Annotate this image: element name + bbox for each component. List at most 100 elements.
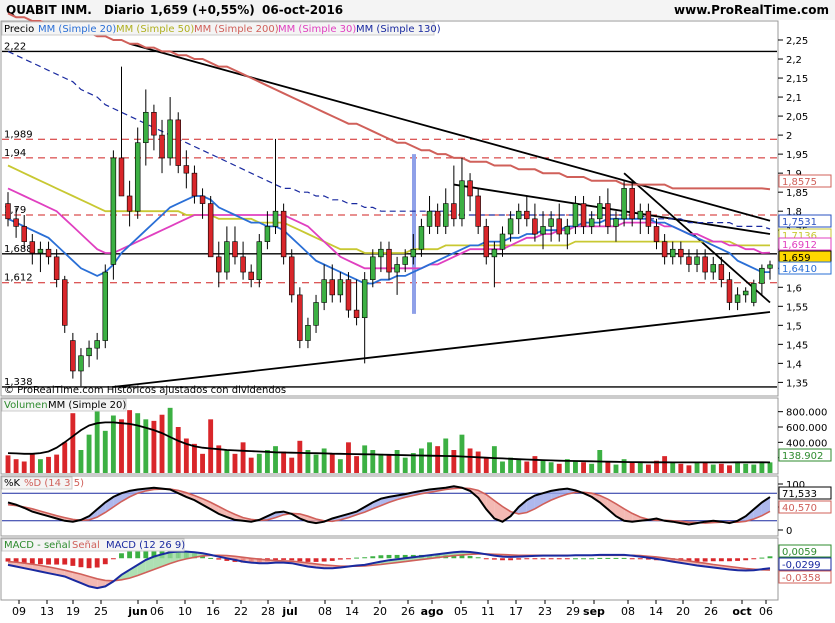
candle-body: [751, 283, 756, 302]
volume-bar: [451, 450, 456, 473]
macd-hist-bar: [597, 558, 602, 559]
volume-bar: [314, 455, 319, 473]
volume-bar: [614, 465, 619, 473]
candle-body: [151, 112, 156, 135]
candle-body: [30, 242, 35, 253]
candle-body: [395, 264, 400, 272]
legend-stoch-d[interactable]: %D (14 3 5): [24, 478, 84, 489]
macd-hist-bar: [119, 553, 124, 558]
candle-body: [111, 158, 116, 265]
macd-hist-bar: [500, 558, 505, 560]
x-tick: jun: [127, 605, 147, 618]
candle-body: [500, 234, 505, 249]
legend-volume-ma[interactable]: MM (Simple 20): [48, 400, 126, 411]
candle-body: [38, 249, 43, 253]
volume-bar: [573, 462, 578, 474]
legend-macd-hist[interactable]: MACD - señal: [4, 540, 71, 551]
candle-body: [306, 325, 311, 340]
macd-hist-bar: [557, 558, 562, 559]
volume-bar: [46, 457, 51, 473]
macd-hist-bar: [638, 558, 643, 559]
price-y-tick: 2,05: [786, 112, 808, 123]
volume-bar: [338, 459, 343, 473]
legend-precio: Precio: [4, 24, 34, 35]
volume-bar: [127, 410, 132, 473]
candle-body: [735, 295, 740, 303]
macd-hist-bar: [362, 557, 367, 558]
legend-sma20[interactable]: MM (Simple 20): [38, 24, 116, 35]
volume-bar: [662, 456, 667, 473]
volume-bar: [233, 454, 238, 473]
candle-body: [200, 196, 205, 204]
macd-hist-bar: [630, 558, 635, 559]
x-tick: 23: [538, 605, 552, 618]
macd-hist-bar: [695, 558, 700, 561]
candle-body: [224, 242, 229, 272]
x-tick: 22: [234, 605, 248, 618]
x-tick: ago: [421, 605, 444, 618]
candle-body: [524, 211, 529, 219]
volume-bar: [354, 456, 359, 473]
macd-badge-signal: -0,0358: [782, 573, 821, 584]
legend-stoch-k[interactable]: %K: [4, 478, 21, 489]
macd-hist-bar: [330, 558, 335, 561]
candle-body: [589, 219, 594, 227]
legend-volume[interactable]: Volumen: [4, 400, 48, 411]
macd-hist-bar: [759, 558, 764, 559]
x-tick: 06: [759, 605, 773, 618]
volume-legend: Volumen MM (Simple 20): [2, 399, 126, 411]
x-tick: 08: [621, 605, 635, 618]
x-tick: 29: [566, 605, 580, 618]
candle-body: [241, 257, 246, 272]
chart-root: QUABIT INM. Diario 1,659 (+0,55%) 06-oct…: [0, 0, 835, 620]
price-y-tick: 1,6: [786, 283, 802, 294]
header-date: 06-oct-2016: [262, 3, 343, 17]
volume-bar: [192, 444, 197, 473]
chart-canvas[interactable]: QUABIT INM. Diario 1,659 (+0,55%) 06-oct…: [0, 0, 835, 620]
candle-body: [95, 341, 100, 349]
candle-body: [468, 181, 473, 196]
macd-hist-bar: [306, 558, 311, 562]
macd-hist-bar: [338, 558, 343, 559]
legend-sma130[interactable]: MM (Simple 130): [356, 24, 441, 35]
candle-body: [62, 280, 67, 326]
volume-bar: [735, 462, 740, 473]
legend-sma50[interactable]: MM (Simple 50): [116, 24, 194, 35]
volume-bar: [265, 450, 270, 473]
macd-hist-bar: [751, 558, 756, 559]
macd-hist-bar: [573, 558, 578, 559]
candle-body: [711, 264, 716, 272]
price-level-label: 2,22: [4, 41, 26, 52]
x-tick: 20: [373, 605, 387, 618]
volume-bar: [378, 454, 383, 473]
stoch-badge-d: 40,570: [782, 503, 817, 514]
header-site: www.ProRealTime.com: [674, 3, 829, 17]
candle-body: [622, 188, 627, 218]
candle-body: [338, 280, 343, 295]
price-y-tick: 1,55: [786, 302, 808, 313]
candle-body: [314, 303, 319, 326]
price-y-tick: 1,85: [786, 188, 808, 199]
legend-macd-signal[interactable]: Señal: [72, 540, 100, 551]
x-tick: 14: [345, 605, 359, 618]
x-tick: 14: [649, 605, 663, 618]
volume-bar: [670, 462, 675, 473]
legend-sma30[interactable]: MM (Simple 30): [278, 24, 356, 35]
candle-body: [370, 257, 375, 280]
price-badge: 1,6410: [782, 264, 817, 275]
volume-bar: [719, 464, 724, 473]
macd-hist-bar: [79, 558, 84, 567]
macd-legend: MACD - señal Señal MACD (12 26 9): [2, 539, 185, 551]
price-y-tick: 2: [786, 131, 792, 142]
legend-sma200[interactable]: MM (Simple 200): [194, 24, 279, 35]
candle-body: [451, 204, 456, 219]
candle-body: [184, 166, 189, 174]
volume-bar: [395, 450, 400, 473]
legend-macd-line[interactable]: MACD (12 26 9): [106, 540, 185, 551]
x-tick: 11: [481, 605, 495, 618]
candle-body: [662, 242, 667, 257]
volume-bar: [95, 404, 100, 473]
candle-body: [743, 291, 748, 295]
candle-body: [557, 219, 562, 234]
footer-note: © ProRealTime.com Históricos ajustados c…: [4, 384, 286, 396]
